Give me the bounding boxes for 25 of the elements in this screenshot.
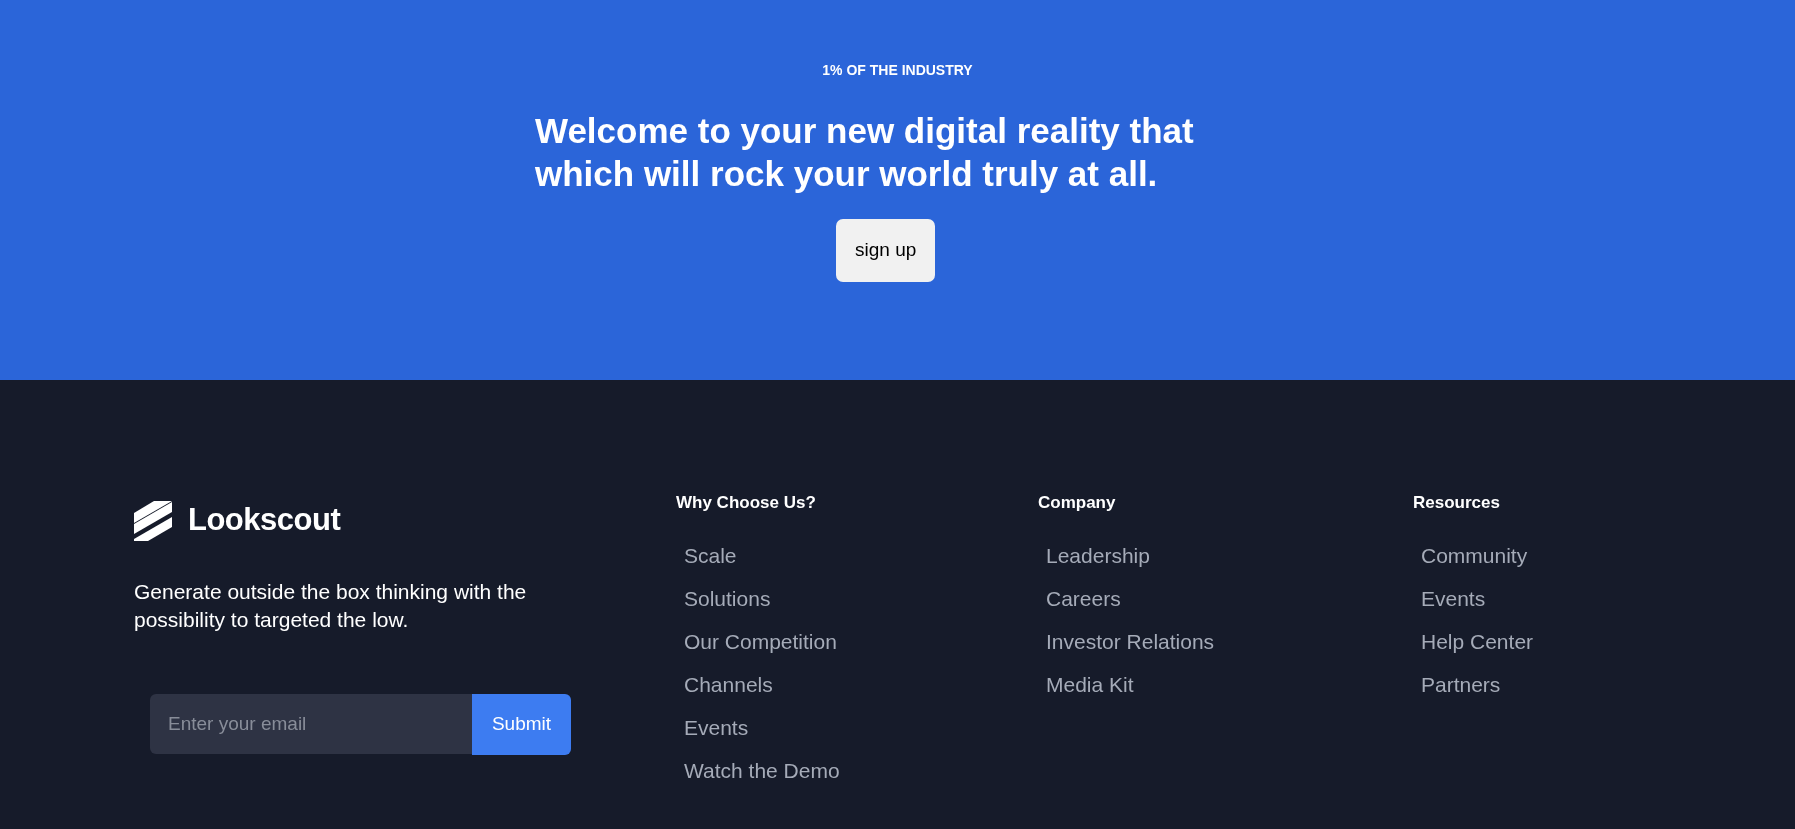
email-field[interactable]: Enter your email	[150, 694, 472, 754]
footer-link[interactable]: Events	[684, 714, 1038, 740]
footer-link[interactable]: Help Center	[1421, 628, 1713, 654]
footer-link[interactable]: Media Kit	[1046, 671, 1413, 697]
footer-link[interactable]: Watch the Demo	[684, 757, 1038, 783]
column-heading: Company	[1038, 492, 1117, 514]
footer-link[interactable]: Events	[1421, 585, 1713, 611]
tagline: Generate outside the box thinking with the possibility to targeted the low.	[134, 578, 528, 633]
headline: Welcome to your new digital reality that which will rock your world truly at all.	[535, 110, 1195, 195]
brand-name: Lookscout	[188, 501, 341, 539]
footer-link[interactable]: Investor Relations	[1046, 628, 1413, 654]
footer-link[interactable]: Solutions	[684, 585, 1038, 611]
footer-link[interactable]: Careers	[1046, 585, 1413, 611]
submit-button[interactable]: Submit	[472, 693, 571, 755]
footer-link[interactable]: Our Competition	[684, 628, 1038, 654]
logo-icon	[134, 499, 172, 542]
footer-link[interactable]: Channels	[684, 671, 1038, 697]
signup-button[interactable]: sign up	[836, 219, 936, 282]
footer-link[interactable]: Partners	[1421, 671, 1713, 697]
column-heading: Why Choose Us?	[676, 492, 817, 514]
footer-link[interactable]: Leadership	[1046, 542, 1413, 568]
eyebrow-text: 1% OF THE INDUSTRY	[821, 61, 974, 80]
column-heading: Resources	[1413, 492, 1501, 514]
footer-link[interactable]: Community	[1421, 542, 1713, 568]
footer-link[interactable]: Scale	[684, 542, 1038, 568]
